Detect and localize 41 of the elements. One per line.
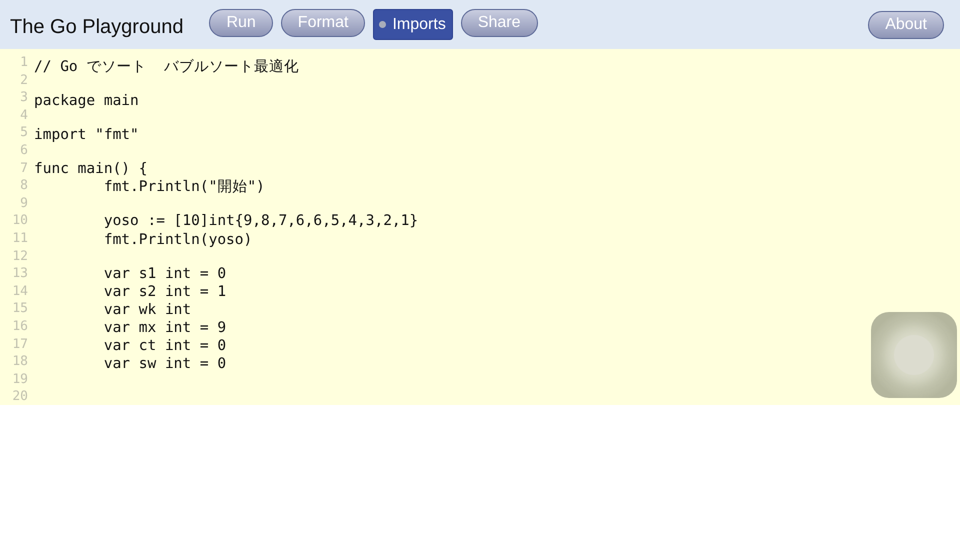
line-number: 17 [12,336,28,354]
code-line: var s1 int = 0 [102,264,226,283]
line-number: 11 [12,230,28,248]
assistive-touch-button[interactable] [871,312,957,398]
code-line: fmt.Println(yoso) [102,230,252,249]
about-button[interactable]: About [868,10,944,38]
line-number: 15 [12,300,28,318]
line-number: 20 [12,388,28,405]
line-number: 9 [20,194,28,212]
toolbar-button[interactable]: Run [209,9,273,37]
line-number: 1 [20,54,28,72]
code-line: fmt.Println("開始") [102,178,265,196]
line-number: 2 [20,72,28,90]
code-line: // Go でソート バブルソート最適化 [34,58,299,76]
imports-toggle[interactable]: Imports [373,9,453,40]
line-number: 14 [12,282,28,300]
line-number: 3 [20,89,28,107]
app-title: The Go Playground [10,16,184,39]
code-line: import "fmt" [34,126,139,144]
line-number: 13 [12,265,28,283]
code-line: var s2 int = 1 [102,282,226,301]
code-line: var sw int = 0 [102,354,226,373]
code-line: var ct int = 0 [102,336,226,355]
line-number: 6 [20,142,28,160]
toolbar-button[interactable]: Share [460,9,538,37]
line-number: 7 [20,160,28,178]
line-number: 19 [12,370,28,388]
status-dot-icon [379,21,386,28]
code-line: package main [34,92,139,110]
line-number: 5 [20,124,28,142]
line-number: 4 [20,106,28,124]
code-line: yoso := [10]int{9,8,7,6,6,5,4,3,2,1} [102,212,418,231]
line-number: 12 [12,248,28,266]
code-line: var wk int [102,300,192,319]
line-number: 10 [12,212,28,230]
line-number: 18 [12,353,28,371]
line-number: 8 [20,177,28,195]
toolbar-button[interactable]: Format [280,9,366,37]
code-line: var mx int = 9 [102,318,226,337]
code-line: func main() { [34,160,148,178]
line-number: 16 [12,318,28,336]
